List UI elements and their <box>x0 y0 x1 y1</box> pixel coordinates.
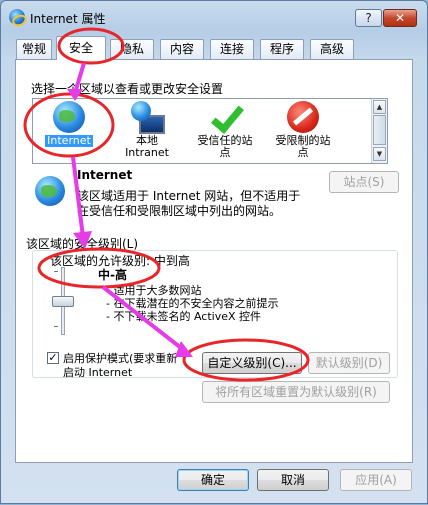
tab-security[interactable]: 安全 <box>56 36 106 60</box>
sites-button[interactable]: 站点(S) <box>329 171 399 193</box>
window-title: Internet 属性 <box>30 12 106 26</box>
tab-advanced[interactable]: 高级 <box>310 39 354 59</box>
tab-connections[interactable]: 连接 <box>210 39 254 59</box>
ok-button[interactable]: 确定 <box>177 469 249 491</box>
tab-general[interactable]: 常规 <box>16 39 52 59</box>
zone-title: Internet <box>77 168 133 182</box>
tab-content[interactable]: 内容 <box>160 39 204 59</box>
slider-tick <box>54 271 58 272</box>
protected-mode-label-line2: 启动 Internet <box>63 366 133 379</box>
level-bullet: - 不下载未签名的 ActiveX 控件 <box>106 310 262 323</box>
close-button[interactable]: ✕ <box>383 9 417 27</box>
help-button[interactable]: ? <box>355 9 382 27</box>
zone-trusted-sites[interactable]: 受信任的站 点 <box>187 101 263 159</box>
zone-internet-label: Internet <box>45 134 93 147</box>
zone-trusted-label: 受信任的站 点 <box>197 134 253 159</box>
security-tab-panel: 选择一个区域以查看或更改安全设置 Internet 本地 Intranet 受信… <box>15 59 413 463</box>
restricted-sites-icon <box>287 101 319 133</box>
zone-description-line2: 在受信任和受限制区域中列出的网站。 <box>77 204 282 218</box>
zone-restricted-sites[interactable]: 受限制的站 点 <box>265 101 341 159</box>
title-bar[interactable]: Internet 属性 ? ✕ <box>1 1 427 31</box>
tab-privacy[interactable]: 隐私 <box>110 39 154 59</box>
cancel-button[interactable]: 取消 <box>257 469 329 491</box>
reset-all-zones-button[interactable]: 将所有区域重置为默认级别(R) <box>202 381 390 403</box>
apply-button[interactable]: 应用(A) <box>340 469 412 491</box>
zone-intranet-label: 本地 Intranet <box>125 134 169 159</box>
scroll-thumb[interactable] <box>373 115 386 145</box>
tab-programs[interactable]: 程序 <box>260 39 304 59</box>
zone-prompt: 选择一个区域以查看或更改安全设置 <box>31 82 224 96</box>
zone-list: Internet 本地 Intranet 受信任的站 点 受限制的站 点 ▲ ▼ <box>32 98 388 164</box>
zone-internet[interactable]: Internet <box>33 101 105 147</box>
slider-tick <box>54 326 58 327</box>
default-level-button[interactable]: 默认级别(D) <box>308 352 390 374</box>
internet-properties-window: Internet 属性 ? ✕ 常规 安全 隐私 内容 连接 程序 高级 选择一… <box>0 0 428 504</box>
security-level-slider-thumb[interactable] <box>52 296 74 307</box>
zone-restricted-label: 受限制的站 点 <box>275 134 331 159</box>
trusted-sites-check-icon <box>209 101 241 133</box>
protected-mode-checkbox[interactable]: ✓ <box>47 352 59 364</box>
security-level-name: 中-高 <box>98 268 127 282</box>
internet-globe-icon <box>53 101 85 133</box>
zone-list-scrollbar[interactable]: ▲ ▼ <box>371 99 387 163</box>
zone-local-intranet[interactable]: 本地 Intranet <box>111 101 183 159</box>
custom-level-button[interactable]: 自定义级别(C)... <box>202 352 302 374</box>
scroll-up-arrow-icon[interactable]: ▲ <box>373 100 386 114</box>
intranet-icon <box>131 101 165 134</box>
scroll-down-arrow-icon[interactable]: ▼ <box>373 147 386 161</box>
internet-options-icon <box>9 9 25 25</box>
internet-zone-globe-icon <box>35 176 65 206</box>
